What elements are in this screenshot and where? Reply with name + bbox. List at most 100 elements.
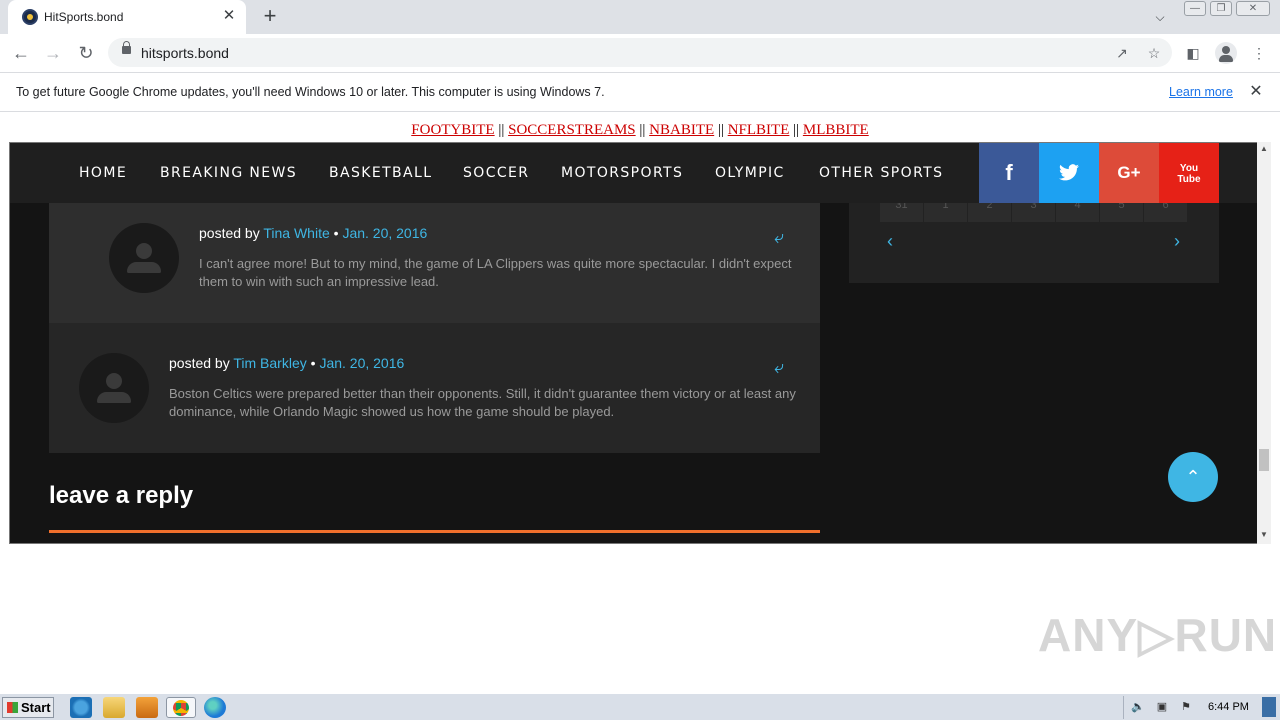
comment-author-link[interactable]: Tina White: [263, 225, 329, 241]
calendar-day[interactable]: 3: [1012, 200, 1055, 222]
windows-taskbar: Start 🔈 ▣ ⚑ 6:44 PM: [0, 693, 1280, 720]
network-icon[interactable]: ▣: [1154, 700, 1170, 714]
calendar-row: 31 1 2 3 4 5 6: [880, 200, 1188, 222]
edge-icon[interactable]: [204, 697, 226, 718]
page-scrollbar[interactable]: ▲ ▼: [1257, 142, 1271, 544]
calendar-day[interactable]: 2: [968, 200, 1011, 222]
site-favicon-icon: [22, 9, 38, 25]
learn-more-link[interactable]: Learn more: [1169, 85, 1233, 99]
posted-by-label: posted by: [169, 355, 230, 371]
youtube-you-text: You: [1179, 163, 1199, 174]
site-frame: 31 1 2 3 4 5 6 ‹ › posted by Tina White …: [9, 142, 1258, 544]
meta-bullet: •: [333, 225, 339, 241]
calendar-day[interactable]: 6: [1144, 200, 1187, 222]
comments-list: posted by Tina White • Jan. 20, 2016 I c…: [49, 203, 820, 453]
chrome-taskbar-button[interactable]: [166, 697, 196, 718]
nav-soccer[interactable]: SOCCER: [463, 165, 529, 181]
scroll-down-arrow-icon[interactable]: ▼: [1257, 528, 1271, 542]
top-partner-links: FOOTYBITE || SOCCERSTREAMS || NBABITE ||…: [0, 122, 1280, 139]
facebook-icon[interactable]: f: [979, 143, 1039, 203]
infobar-close-icon[interactable]: ✕: [1246, 82, 1266, 102]
leave-reply-heading: leave a reply: [49, 482, 194, 509]
reply-icon[interactable]: ⤶: [768, 227, 790, 247]
link-separator: ||: [639, 122, 646, 138]
comment-meta: posted by Tim Barkley • Jan. 20, 2016: [169, 355, 404, 371]
web-page: FOOTYBITE || SOCCERSTREAMS || NBABITE ||…: [0, 113, 1280, 693]
comment-date-link[interactable]: Jan. 20, 2016: [342, 225, 427, 241]
google-plus-icon[interactable]: G+: [1099, 143, 1159, 203]
nav-olympic[interactable]: OLYMPIC: [715, 165, 785, 181]
link-nflbite[interactable]: NFLBITE: [728, 122, 790, 138]
nav-home[interactable]: HOME: [79, 165, 127, 181]
browser-tab[interactable]: HitSports.bond ✕: [8, 0, 246, 34]
star-icon[interactable]: ☆: [1144, 43, 1164, 63]
youtube-tube-text: Tube: [1177, 174, 1201, 185]
avatar: [109, 223, 179, 293]
twitter-icon[interactable]: [1039, 143, 1099, 203]
share-icon[interactable]: ↗: [1112, 43, 1132, 63]
url-text[interactable]: hitsports.bond: [141, 45, 229, 61]
link-separator: ||: [498, 122, 505, 138]
chrome-icon: [173, 700, 189, 716]
address-bar[interactable]: hitsports.bond ↗ ☆: [108, 38, 1172, 67]
show-desktop-button[interactable]: [1262, 697, 1276, 717]
comment-text: I can't agree more! But to my mind, the …: [199, 256, 792, 289]
link-nbabite[interactable]: NBABITE: [649, 122, 714, 138]
back-arrow-icon[interactable]: ←: [8, 41, 34, 65]
scrollbar-thumb[interactable]: [1259, 449, 1269, 471]
nav-basketball[interactable]: BASKETBALL: [329, 165, 432, 181]
anyrun-watermark: ANY▷RUN: [1038, 609, 1278, 661]
avatar: [79, 353, 149, 423]
calendar-prev-chevron-icon[interactable]: ‹: [882, 231, 898, 251]
minimize-window-button[interactable]: —: [1184, 1, 1206, 16]
calendar-day[interactable]: 5: [1100, 200, 1143, 222]
comment-date-link[interactable]: Jan. 20, 2016: [319, 355, 404, 371]
volume-icon[interactable]: 🔈: [1130, 700, 1146, 714]
action-center-flag-icon[interactable]: ⚑: [1178, 700, 1194, 714]
comment-author-link[interactable]: Tim Barkley: [233, 355, 306, 371]
link-separator: ||: [793, 122, 800, 138]
side-panel-icon[interactable]: ◧: [1182, 42, 1204, 64]
nav-motorsports[interactable]: MOTORSPORTS: [561, 165, 683, 181]
scroll-up-arrow-icon[interactable]: ▲: [1257, 142, 1271, 156]
scroll-to-top-button[interactable]: ⌃: [1168, 452, 1218, 502]
reload-icon[interactable]: ↻: [73, 41, 99, 65]
lock-icon[interactable]: [122, 41, 131, 54]
reply-icon[interactable]: ⤶: [768, 357, 790, 377]
reply-divider: [49, 530, 820, 533]
file-explorer-icon[interactable]: [103, 697, 125, 718]
link-mlbbite[interactable]: MLBBITE: [803, 122, 869, 138]
internet-explorer-icon[interactable]: [70, 697, 92, 718]
tab-title: HitSports.bond: [44, 10, 124, 24]
restore-window-button[interactable]: ❐: [1210, 1, 1232, 16]
meta-bullet: •: [310, 355, 316, 371]
nav-breaking-news[interactable]: BREAKING NEWS: [160, 165, 297, 181]
link-footybite[interactable]: FOOTYBITE: [411, 122, 494, 138]
taskbar-clock[interactable]: 6:44 PM: [1208, 701, 1249, 713]
menu-kebab-icon[interactable]: ⋮: [1248, 42, 1270, 64]
media-player-icon[interactable]: [136, 697, 158, 718]
profile-avatar-icon[interactable]: [1215, 42, 1237, 64]
posted-by-label: posted by: [199, 225, 260, 241]
forward-arrow-icon[interactable]: →: [40, 41, 66, 65]
main-nav: HOME BREAKING NEWS BASKETBALL SOCCER MOT…: [10, 143, 1257, 203]
calendar-day[interactable]: 4: [1056, 200, 1099, 222]
link-soccerstreams[interactable]: SOCCERSTREAMS: [508, 122, 636, 138]
comment-meta: posted by Tina White • Jan. 20, 2016: [199, 225, 427, 241]
tab-search-chevron-icon[interactable]: ⌵: [1150, 7, 1170, 27]
browser-toolbar: ← → ↻ hitsports.bond ↗ ☆ ◧ ⋮: [0, 34, 1280, 72]
new-tab-button[interactable]: +: [258, 4, 282, 28]
update-infobar: To get future Google Chrome updates, you…: [0, 72, 1280, 112]
close-window-button[interactable]: ✕: [1236, 1, 1270, 16]
calendar-day[interactable]: 31: [880, 200, 923, 222]
tab-close-icon[interactable]: ✕: [220, 7, 238, 25]
comment-item: posted by Tina White • Jan. 20, 2016 I c…: [49, 203, 820, 323]
calendar-day[interactable]: 1: [924, 200, 967, 222]
youtube-icon[interactable]: You Tube: [1159, 143, 1219, 203]
calendar-next-chevron-icon[interactable]: ›: [1169, 231, 1185, 251]
tab-strip: HitSports.bond ✕ + ⌵ — ❐ ✕: [0, 0, 1280, 34]
start-button[interactable]: Start: [2, 697, 54, 718]
comment-item: posted by Tim Barkley • Jan. 20, 2016 Bo…: [49, 323, 820, 453]
nav-other-sports[interactable]: OTHER SPORTS: [819, 165, 943, 181]
comment-text: Boston Celtics were prepared better than…: [169, 386, 796, 419]
